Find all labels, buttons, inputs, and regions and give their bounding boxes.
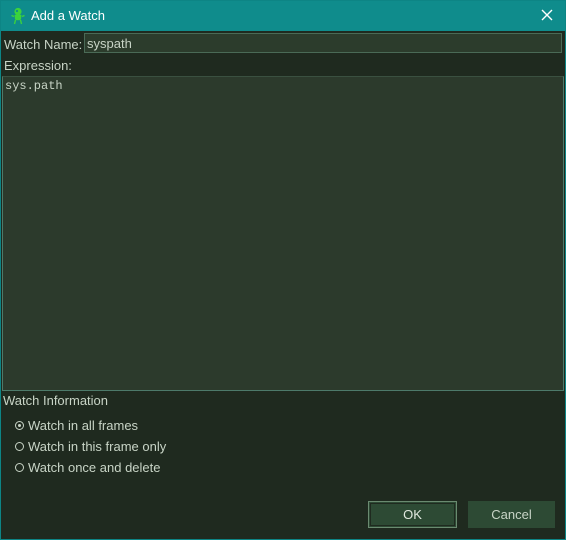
ok-button[interactable]: OK bbox=[368, 501, 457, 528]
close-button[interactable] bbox=[535, 4, 559, 28]
app-bug-icon bbox=[11, 7, 25, 25]
close-icon[interactable] bbox=[541, 9, 553, 24]
expression-textarea[interactable]: sys.path bbox=[2, 76, 564, 391]
cancel-button[interactable]: Cancel bbox=[468, 501, 555, 528]
radio-button[interactable] bbox=[15, 462, 24, 472]
watch-name-row: Watch Name: bbox=[1, 32, 565, 55]
title-bar[interactable]: Add a Watch bbox=[1, 1, 565, 31]
watch-name-input[interactable] bbox=[84, 33, 562, 53]
radio-label-this-frame: Watch in this frame only bbox=[28, 438, 167, 454]
radio-button-checked[interactable] bbox=[15, 420, 24, 430]
window-title: Add a Watch bbox=[31, 8, 105, 23]
expression-label: Expression: bbox=[4, 58, 72, 73]
radio-label-once-delete: Watch once and delete bbox=[28, 459, 161, 475]
radio-label-all-frames: Watch in all frames bbox=[28, 417, 139, 433]
radio-watch-this-frame[interactable]: Watch in this frame only bbox=[15, 437, 166, 455]
watch-information-label: Watch Information bbox=[3, 393, 109, 408]
watch-name-label: Watch Name: bbox=[4, 37, 83, 52]
radio-watch-all-frames[interactable]: Watch in all frames bbox=[15, 416, 138, 434]
radio-watch-once-delete[interactable]: Watch once and delete bbox=[15, 458, 161, 476]
add-watch-dialog: Add a Watch Watch Name: Expression: sys.… bbox=[0, 0, 566, 540]
radio-button[interactable] bbox=[15, 441, 24, 451]
